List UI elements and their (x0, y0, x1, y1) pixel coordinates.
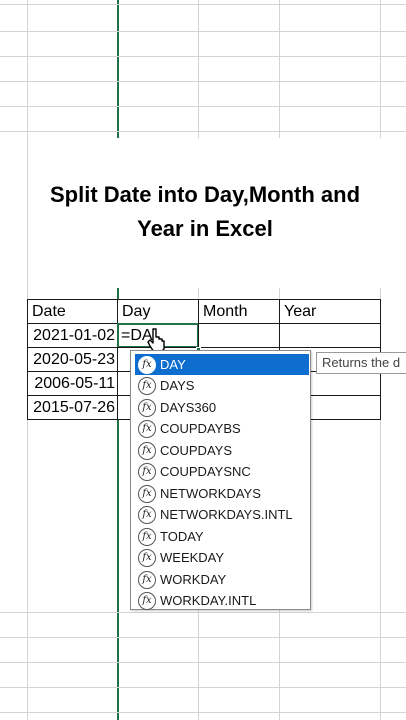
function-fx-icon: fx (138, 419, 156, 438)
autocomplete-item-weekday[interactable]: fx WEEKDAY (135, 547, 309, 568)
grid-row-line (0, 56, 406, 57)
page-title: Split Date into Day,Month and Year in Ex… (28, 178, 382, 246)
grid-row-line (0, 31, 406, 32)
function-fx-icon: fx (138, 484, 156, 503)
grid-row-line (0, 131, 406, 132)
header-year[interactable]: Year (279, 299, 381, 324)
autocomplete-item-workday[interactable]: fx WORKDAY (135, 569, 309, 590)
grid-row-line (0, 637, 406, 638)
function-tooltip: Returns the d (316, 352, 406, 374)
date-cell[interactable]: 2015-07-26 (27, 395, 118, 420)
autocomplete-item-label: NETWORKDAYS.INTL (160, 507, 293, 522)
autocomplete-item-label: DAYS360 (160, 400, 217, 415)
autocomplete-item-label: COUPDAYBS (160, 421, 241, 436)
autocomplete-item-days360[interactable]: fx DAYS360 (135, 397, 309, 418)
grid-row-line (0, 687, 406, 688)
autocomplete-item-networkdays-intl[interactable]: fx NETWORKDAYS.INTL (135, 504, 309, 525)
header-month[interactable]: Month (198, 299, 280, 324)
title-overlay: Split Date into Day,Month and Year in Ex… (28, 138, 382, 288)
title-line-2: Year in Excel (137, 216, 273, 241)
autocomplete-item-label: WORKDAY.INTL (160, 593, 257, 608)
autocomplete-item-coupdays[interactable]: fx COUPDAYS (135, 440, 309, 461)
function-fx-icon: fx (138, 462, 156, 481)
date-cell[interactable]: 2020-05-23 (27, 347, 118, 372)
autocomplete-item-day[interactable]: fx DAY (135, 354, 309, 375)
autocomplete-item-label: COUPDAYS (160, 443, 232, 458)
autocomplete-item-label: WORKDAY (160, 572, 227, 587)
grid-row-line (0, 712, 406, 713)
title-line-1: Split Date into Day,Month and (49, 182, 361, 207)
autocomplete-item-label: NETWORKDAYS (160, 486, 261, 501)
function-fx-icon: fx (138, 441, 156, 460)
function-fx-icon: fx (138, 527, 156, 546)
grid-row-line (0, 4, 406, 5)
autocomplete-item-networkdays[interactable]: fx NETWORKDAYS (135, 483, 309, 504)
header-date[interactable]: Date (27, 299, 118, 324)
autocomplete-item-today[interactable]: fx TODAY (135, 526, 309, 547)
function-autocomplete-list[interactable]: fx DAY fx DAYS fx DAYS360 fx COUPDAYBS f… (130, 350, 311, 610)
autocomplete-item-label: DAY (160, 357, 186, 372)
autocomplete-item-label: WEEKDAY (160, 550, 225, 565)
grid-row-line (0, 81, 406, 82)
function-fx-icon: fx (138, 376, 156, 395)
grid-row-line (0, 662, 406, 663)
autocomplete-item-coupdaysnc[interactable]: fx COUPDAYSNC (135, 461, 309, 482)
function-fx-icon: fx (138, 355, 156, 374)
function-fx-icon: fx (138, 505, 156, 524)
function-fx-icon: fx (138, 591, 156, 610)
date-cell[interactable]: 2021-01-02 (27, 323, 118, 348)
autocomplete-item-label: COUPDAYSNC (160, 464, 251, 479)
autocomplete-item-coupdaybs[interactable]: fx COUPDAYBS (135, 418, 309, 439)
function-fx-icon: fx (138, 548, 156, 567)
year-cell[interactable] (279, 323, 381, 348)
month-cell[interactable] (198, 323, 280, 348)
header-day[interactable]: Day (117, 299, 199, 324)
date-cell[interactable]: 2006-05-11 (27, 371, 118, 396)
autocomplete-item-workday-intl[interactable]: fx WORKDAY.INTL (135, 590, 309, 611)
grid-row-line (0, 612, 406, 613)
autocomplete-item-label: TODAY (160, 529, 204, 544)
function-fx-icon: fx (138, 398, 156, 417)
autocomplete-item-days[interactable]: fx DAYS (135, 375, 309, 396)
autocomplete-item-label: DAYS (160, 378, 195, 393)
grid-row-line (0, 106, 406, 107)
function-fx-icon: fx (138, 570, 156, 589)
